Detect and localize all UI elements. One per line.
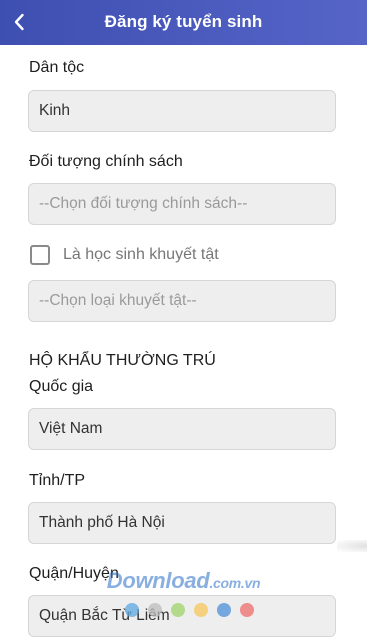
disabled-student-label: Là học sinh khuyết tật [63, 246, 219, 263]
country-value: Việt Nam [39, 420, 103, 437]
country-select[interactable]: Việt Nam [28, 408, 336, 450]
district-label: Quận/Huyện [29, 565, 119, 582]
disabled-student-checkbox-row[interactable]: Là học sinh khuyết tật [30, 244, 219, 266]
watermark-text: Download [106, 568, 210, 593]
residence-section-title: HỘ KHẨU THƯỜNG TRÚ [29, 352, 216, 369]
district-value: Quận Bắc Từ Liêm [39, 607, 170, 624]
district-select[interactable]: Quận Bắc Từ Liêm [28, 595, 336, 637]
province-value: Thành phố Hà Nội [39, 514, 165, 531]
page-title: Đăng ký tuyển sinh [104, 12, 263, 31]
disabled-student-checkbox[interactable] [30, 245, 50, 265]
disability-type-placeholder: --Chọn loại khuyết tật-- [39, 292, 197, 309]
app-header: Đăng ký tuyển sinh [0, 0, 367, 45]
country-label: Quốc gia [29, 378, 94, 395]
disability-type-select[interactable]: --Chọn loại khuyết tật-- [28, 280, 336, 322]
policy-label: Đối tượng chính sách [29, 153, 183, 170]
ethnicity-label: Dân tộc [29, 59, 85, 76]
scroll-edge-shadow [337, 540, 367, 552]
policy-select[interactable]: --Chọn đối tượng chính sách-- [28, 183, 336, 225]
ethnicity-value: Kinh [39, 102, 71, 119]
watermark-suffix: .com.vn [209, 575, 261, 591]
province-label: Tỉnh/TP [29, 472, 86, 489]
ethnicity-field[interactable]: Kinh [28, 90, 336, 132]
policy-placeholder: --Chọn đối tượng chính sách-- [39, 195, 248, 212]
province-select[interactable]: Thành phố Hà Nội [28, 502, 336, 544]
